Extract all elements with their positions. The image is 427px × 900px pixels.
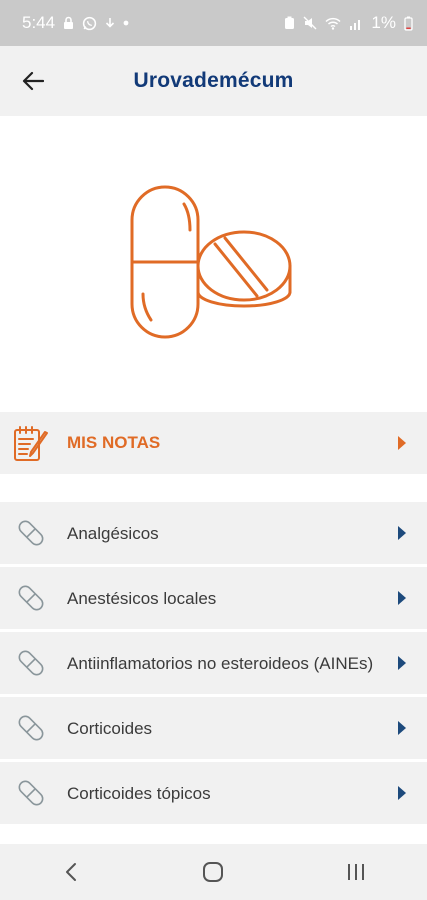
- back-button[interactable]: [16, 66, 50, 96]
- nav-back-icon: [66, 863, 77, 881]
- pill-capsule-icon: [18, 585, 44, 611]
- nav-back-button[interactable]: [41, 852, 101, 892]
- pill-capsule-icon: [18, 520, 44, 546]
- my-notes-row[interactable]: MIS NOTAS: [0, 412, 427, 474]
- pill-capsule-icon: [18, 780, 44, 806]
- back-arrow-icon: [22, 71, 44, 91]
- chevron-right-icon: [398, 591, 406, 605]
- list-item-aines[interactable]: Antiinflamatorios no esteroideos (AINEs): [0, 632, 427, 694]
- page-title: Urovademécum: [133, 69, 294, 92]
- list-item-analgesicos[interactable]: Analgésicos: [0, 502, 427, 564]
- list-item-label: Analgésicos: [67, 523, 159, 543]
- status-time: 5:44: [22, 13, 56, 32]
- pill-capsule-icon: [18, 715, 44, 741]
- lock-icon: [63, 16, 74, 30]
- chevron-right-icon: [398, 721, 406, 735]
- nav-recents-button[interactable]: [326, 852, 386, 892]
- notepad-icon: [14, 426, 48, 461]
- chevron-right-icon: [398, 526, 406, 540]
- hero-illustration: [0, 116, 427, 412]
- nav-home-icon: [203, 862, 224, 882]
- battery-label: 1%: [371, 13, 396, 32]
- app-bar: Urovademécum: [0, 46, 427, 116]
- signal-icon: [349, 17, 363, 30]
- list-item-label: Corticoides tópicos: [67, 783, 211, 803]
- list-item-label: Corticoides: [67, 718, 153, 738]
- chevron-right-icon: [398, 786, 406, 800]
- list-item-label: Anestésicos locales: [67, 588, 217, 608]
- nav-recents-icon: [347, 864, 364, 880]
- status-left: 5:44: [22, 13, 129, 33]
- list-item-label: Antiinflamatorios no esteroideos (AINEs): [67, 653, 374, 673]
- list-item-anestesicos-locales[interactable]: Anestésicos locales: [0, 567, 427, 629]
- pill-capsule-icon: [18, 650, 44, 676]
- my-notes-label: MIS NOTAS: [67, 433, 161, 452]
- category-list: Analgésicos Anestésicos locales Antiinfl…: [0, 502, 427, 824]
- list-item-corticoides[interactable]: Corticoides: [0, 697, 427, 759]
- status-bar: 5:44 1%: [0, 0, 427, 46]
- chevron-right-icon: [398, 656, 406, 670]
- battery-saver-icon: [284, 16, 295, 30]
- list-item-corticoides-topicos[interactable]: Corticoides tópicos: [0, 762, 427, 824]
- battery-icon: [404, 16, 413, 31]
- mute-icon: [303, 16, 317, 30]
- system-nav-bar: [0, 844, 427, 900]
- chevron-right-icon: [398, 436, 406, 450]
- status-right: 1%: [284, 13, 413, 33]
- wifi-icon: [325, 17, 341, 30]
- nav-home-button[interactable]: [183, 852, 243, 892]
- medication-pills-icon: [130, 185, 291, 339]
- whatsapp-icon: [82, 16, 97, 31]
- notification-dot-icon: [123, 20, 129, 26]
- download-icon: [105, 17, 115, 30]
